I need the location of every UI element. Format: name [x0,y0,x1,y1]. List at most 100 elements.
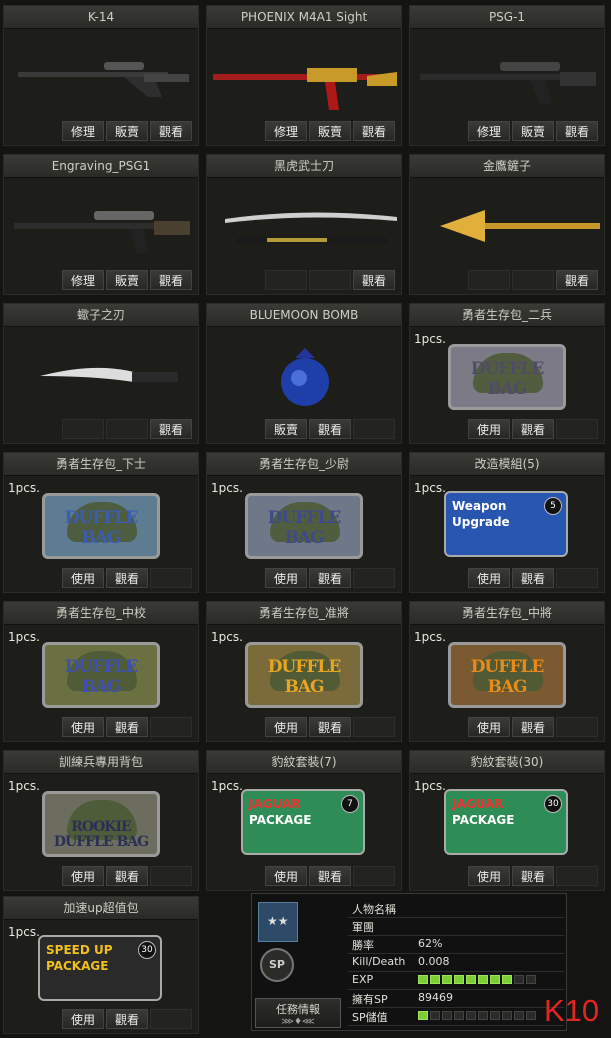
empty-button-slot [353,866,395,886]
package-line1: JAGUAR [452,797,504,811]
stat-label: 擁有SP [352,993,388,1006]
view-button[interactable]: 觀看 [106,1009,148,1029]
item-actions: 販賣 觀看 [265,419,395,439]
progress-segment [430,1011,440,1020]
view-button[interactable]: 觀看 [309,568,351,588]
progress-segment [466,975,476,984]
item-title: BLUEMOON BOMB [207,304,401,327]
item-title: 訓練兵專用背包 [4,751,198,774]
katana-icon [225,212,397,244]
view-button[interactable]: 觀看 [353,121,395,141]
player-status-panel: ★★ SP 任務情報 ⋙♦⋘ 人物名稱 軍團 勝率 62% Kill/Death 0.00… [251,893,567,1031]
progress-segment [514,1011,524,1020]
repair-button[interactable]: 修理 [62,270,104,290]
use-button[interactable]: 使用 [62,568,104,588]
view-button[interactable]: 觀看 [309,419,351,439]
view-button[interactable]: 觀看 [150,419,192,439]
item-actions: 觀看 [62,419,192,439]
use-button[interactable]: 使用 [265,866,307,886]
view-button[interactable]: 觀看 [150,121,192,141]
stat-row: SP儲值 [348,1008,564,1026]
stat-label: 勝率 [352,939,374,952]
item-actions: 觀看 [265,270,395,290]
use-button[interactable]: 使用 [265,717,307,737]
empty-button-slot [556,866,598,886]
item-title: 加速up超值包 [4,897,198,920]
item-art [207,30,401,124]
inventory-slot[interactable]: 豹紋套裝(7) 1pcs. JAGUAR PACKAGE 7 使用 觀看 [206,750,402,891]
repair-button[interactable]: 修理 [62,121,104,141]
view-button[interactable]: 觀看 [512,717,554,737]
progress-segment [514,975,524,984]
item-actions: 使用 觀看 [62,1009,192,1029]
view-button[interactable]: 觀看 [353,270,395,290]
sell-button[interactable]: 販賣 [309,121,351,141]
inventory-slot[interactable]: 加速up超值包 1pcs. SPEED UP PACKAGE 30 使用 觀看 [3,896,199,1034]
repair-button[interactable]: 修理 [265,121,307,141]
use-button[interactable]: 使用 [265,568,307,588]
inventory-slot[interactable]: PHOENIX M4A1 Sight 修理 販賣 觀看 [206,5,402,146]
use-button[interactable]: 使用 [468,419,510,439]
progress-segment [478,975,488,984]
inventory-slot[interactable]: 訓練兵專用背包 1pcs. ROOKIE DUFFLE BAG 使用 觀看 [3,750,199,891]
empty-button-slot [353,568,395,588]
empty-button-slot [556,717,598,737]
psg1-rifle-icon [420,62,596,104]
sniper-rifle-icon [18,62,189,97]
use-button[interactable]: 使用 [62,717,104,737]
view-button[interactable]: 觀看 [556,270,598,290]
view-button[interactable]: 觀看 [512,568,554,588]
view-button[interactable]: 觀看 [106,866,148,886]
item-actions: 修理 販賣 觀看 [468,121,598,141]
progress-segment [478,1011,488,1020]
progress-segment [442,975,452,984]
inventory-slot[interactable]: K-14 修理 販賣 觀看 [3,5,199,146]
empty-button-slot [106,419,148,439]
use-button[interactable]: 使用 [468,717,510,737]
inventory-slot[interactable]: BLUEMOON BOMB 販賣 觀看 [206,303,402,444]
inventory-slot[interactable]: 勇者生存包_二兵 1pcs. DUFFLE BAG 使用 觀看 [409,303,605,444]
view-button[interactable]: 觀看 [309,717,351,737]
empty-button-slot [353,717,395,737]
sell-button[interactable]: 販賣 [512,121,554,141]
inventory-slot[interactable]: 勇者生存包_中將 1pcs. DUFFLE BAG 使用 觀看 [409,601,605,742]
empty-button-slot [62,419,104,439]
stat-value: 0.008 [418,955,450,968]
inventory-slot[interactable]: PSG-1 修理 販賣 觀看 [409,5,605,146]
inventory-slot[interactable]: 金鷹鏟子 觀看 [409,154,605,295]
inventory-slot[interactable]: 黑虎武士刀 觀看 [206,154,402,295]
inventory-slot[interactable]: 蠍子之刃 觀看 [3,303,199,444]
stat-value: 62% [418,937,443,950]
inventory-slot[interactable]: 勇者生存包_准將 1pcs. DUFFLE BAG 使用 觀看 [206,601,402,742]
view-button[interactable]: 觀看 [309,866,351,886]
use-button[interactable]: 使用 [468,568,510,588]
use-button[interactable]: 使用 [62,866,104,886]
package-line2: Upgrade [452,515,510,529]
inventory-slot[interactable]: 豹紋套裝(30) 1pcs. JAGUAR PACKAGE 30 使用 觀看 [409,750,605,891]
package-line1: JAGUAR [249,797,301,811]
item-title: 勇者生存包_二兵 [410,304,604,327]
duffle-bag-icon: DUFFLE BAG [245,642,363,708]
inventory-slot[interactable]: 勇者生存包_下士 1pcs. DUFFLE BAG 使用 觀看 [3,452,199,593]
repair-button[interactable]: 修理 [468,121,510,141]
view-button[interactable]: 觀看 [106,717,148,737]
inventory-slot[interactable]: 改造模組(5) 1pcs. Weapon Upgrade 5 使用 觀看 [409,452,605,593]
sp-emblem-icon: SP [260,948,294,982]
view-button[interactable]: 觀看 [150,270,192,290]
inventory-slot[interactable]: Engraving_PSG1 修理 販賣 觀看 [3,154,199,295]
view-button[interactable]: 觀看 [512,866,554,886]
sell-button[interactable]: 販賣 [106,121,148,141]
view-button[interactable]: 觀看 [106,568,148,588]
inventory-slot[interactable]: 勇者生存包_少尉 1pcs. DUFFLE BAG 使用 觀看 [206,452,402,593]
use-button[interactable]: 使用 [62,1009,104,1029]
view-button[interactable]: 觀看 [556,121,598,141]
mission-info-button[interactable]: 任務情報 ⋙♦⋘ [255,998,341,1028]
view-button[interactable]: 觀看 [512,419,554,439]
use-button[interactable]: 使用 [468,866,510,886]
stat-row: 勝率 62% [348,936,564,954]
item-quantity: 1pcs. [211,481,243,495]
item-quantity: 1pcs. [414,332,446,346]
sell-button[interactable]: 販賣 [265,419,307,439]
inventory-slot[interactable]: 勇者生存包_中校 1pcs. DUFFLE BAG 使用 觀看 [3,601,199,742]
sell-button[interactable]: 販賣 [106,270,148,290]
